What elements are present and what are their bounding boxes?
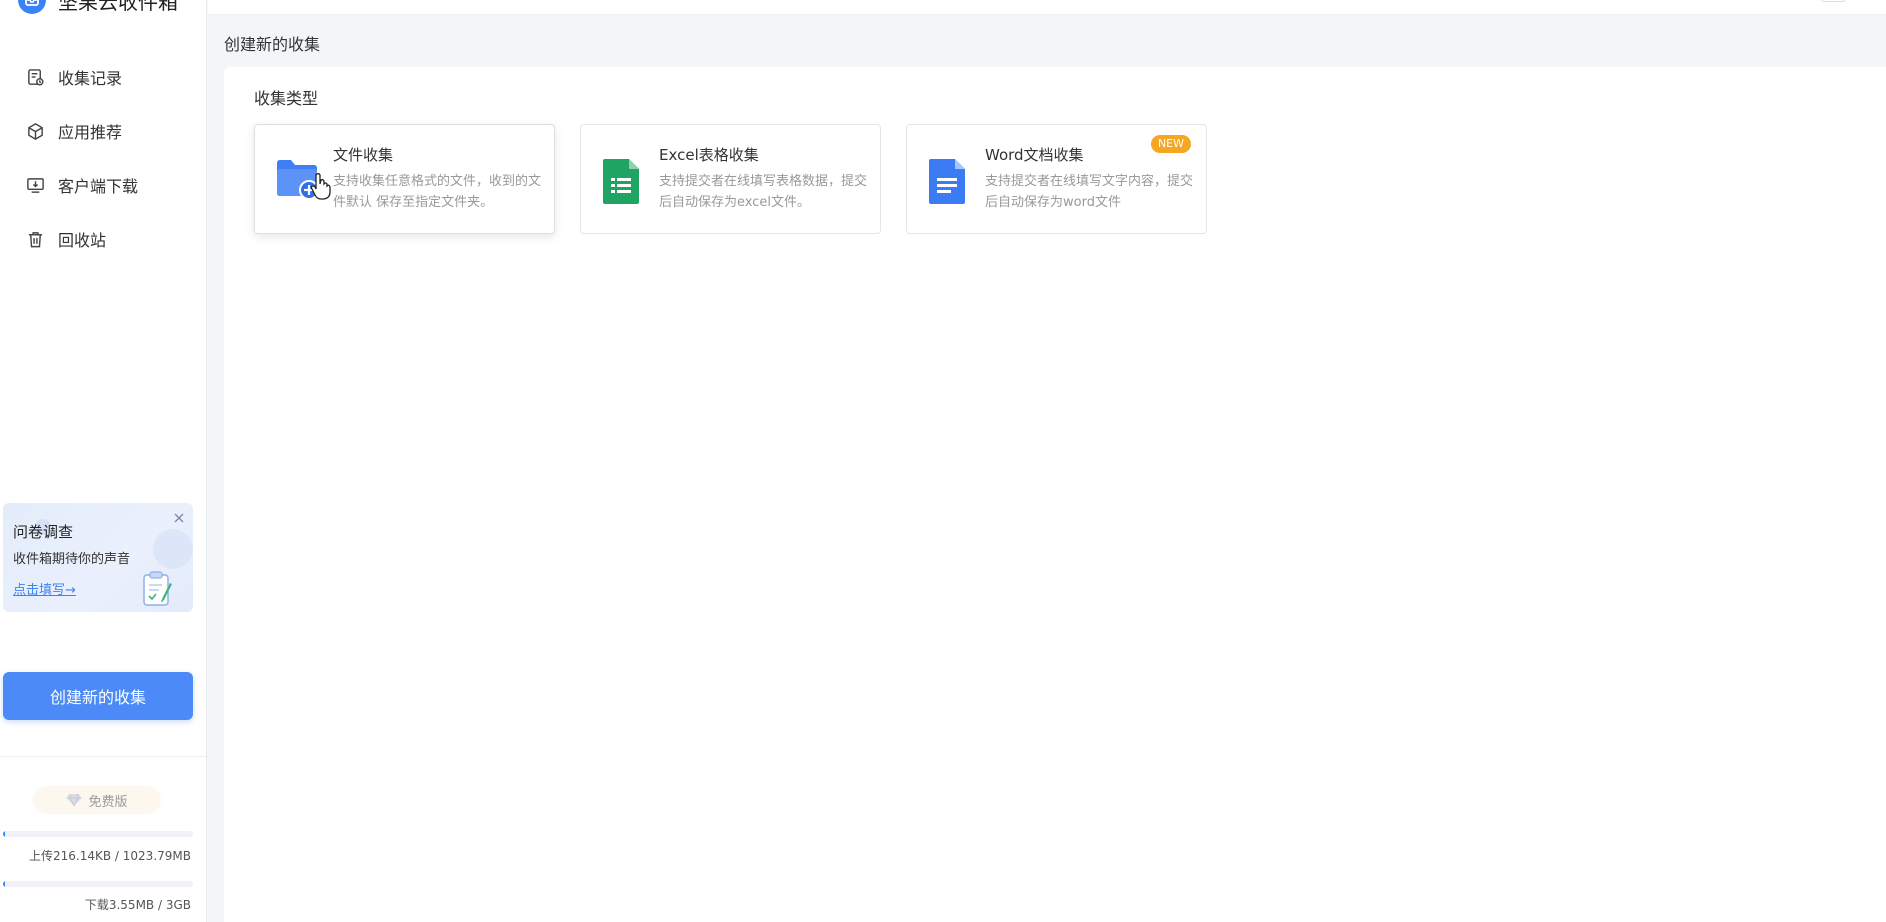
- sidebar-item-client-download[interactable]: 客户端下载: [0, 158, 206, 212]
- divider: [0, 756, 206, 757]
- survey-title: 问卷调查: [13, 523, 74, 541]
- survey-card[interactable]: 问卷调查 收件箱期待你的声音 点击填写→: [3, 503, 193, 612]
- file-collection-card[interactable]: 文件收集 支持收集任意格式的文件，收到的文件默认 保存至指定文件夹。: [254, 124, 555, 234]
- app-name: 坚果云收件箱: [58, 0, 178, 14]
- cube-icon: [25, 121, 45, 141]
- window-control[interactable]: [1820, 0, 1846, 2]
- top-bar: [208, 0, 1886, 15]
- card-description: 支持提交者在线填写文字内容，提交后自动保存为word文件: [985, 174, 1194, 210]
- word-collection-card[interactable]: NEW Word文档收集 支持提交者在线填写文字内容，提交后自动保存为word文…: [906, 124, 1207, 234]
- card-title: Word文档收集: [985, 146, 1084, 164]
- clipboard-pen-icon: [140, 569, 176, 612]
- sidebar-item-records[interactable]: 收集记录: [0, 50, 206, 104]
- diamond-icon: [66, 793, 82, 807]
- survey-link[interactable]: 点击填写→: [13, 579, 76, 598]
- card-description: 支持收集任意格式的文件，收到的文件默认 保存至指定文件夹。: [333, 174, 542, 210]
- folder-add-icon: [275, 157, 321, 207]
- sidebar: 坚果云收件箱 收集记录 应用推荐 客户端下载 回收站 问卷调查 收件箱期待你的声…: [0, 0, 207, 922]
- card-title: 文件收集: [333, 146, 394, 164]
- download-monitor-icon: [25, 175, 45, 195]
- inbox-logo-icon: [18, 0, 46, 14]
- download-usage-bar: [3, 881, 193, 887]
- app-logo[interactable]: 坚果云收件箱: [18, 0, 178, 14]
- records-icon: [25, 67, 45, 87]
- plan-badge[interactable]: 免费版: [33, 786, 161, 814]
- download-usage-text: 下载3.55MB / 3GB: [84, 898, 191, 912]
- sidebar-item-apps[interactable]: 应用推荐: [0, 104, 206, 158]
- download-usage-fill: [3, 881, 6, 887]
- sidebar-item-label: 回收站: [58, 231, 107, 250]
- create-collection-button[interactable]: 创建新的收集: [3, 672, 193, 720]
- doc-icon: [927, 157, 973, 207]
- main-content: 收集类型 文件收集 支持收集任意格式的文件，收到的文件默认 保存至指定文件夹。 …: [224, 67, 1886, 922]
- excel-collection-card[interactable]: Excel表格收集 支持提交者在线填写表格数据，提交后自动保存为excel文件。: [580, 124, 881, 234]
- upload-usage-bar: [3, 831, 193, 837]
- sidebar-item-label: 客户端下载: [58, 177, 139, 196]
- card-title: Excel表格收集: [659, 146, 759, 164]
- upload-usage-text: 上传216.14KB / 1023.79MB: [29, 849, 191, 863]
- upload-usage-fill: [3, 831, 6, 837]
- card-description: 支持提交者在线填写表格数据，提交后自动保存为excel文件。: [659, 174, 868, 210]
- section-title: 收集类型: [254, 89, 319, 108]
- trash-icon: [25, 229, 45, 249]
- sheet-icon: [601, 157, 647, 207]
- new-badge: NEW: [1150, 135, 1191, 153]
- sidebar-item-label: 应用推荐: [58, 123, 123, 142]
- sidebar-item-label: 收集记录: [58, 69, 123, 88]
- sidebar-item-trash[interactable]: 回收站: [0, 212, 206, 266]
- plan-label: 免费版: [88, 794, 128, 810]
- survey-subtitle: 收件箱期待你的声音: [13, 552, 131, 567]
- close-icon[interactable]: [173, 509, 185, 528]
- decorative-circle: [153, 529, 193, 569]
- page-title: 创建新的收集: [224, 35, 321, 54]
- sidebar-nav: 收集记录 应用推荐 客户端下载 回收站: [0, 50, 206, 266]
